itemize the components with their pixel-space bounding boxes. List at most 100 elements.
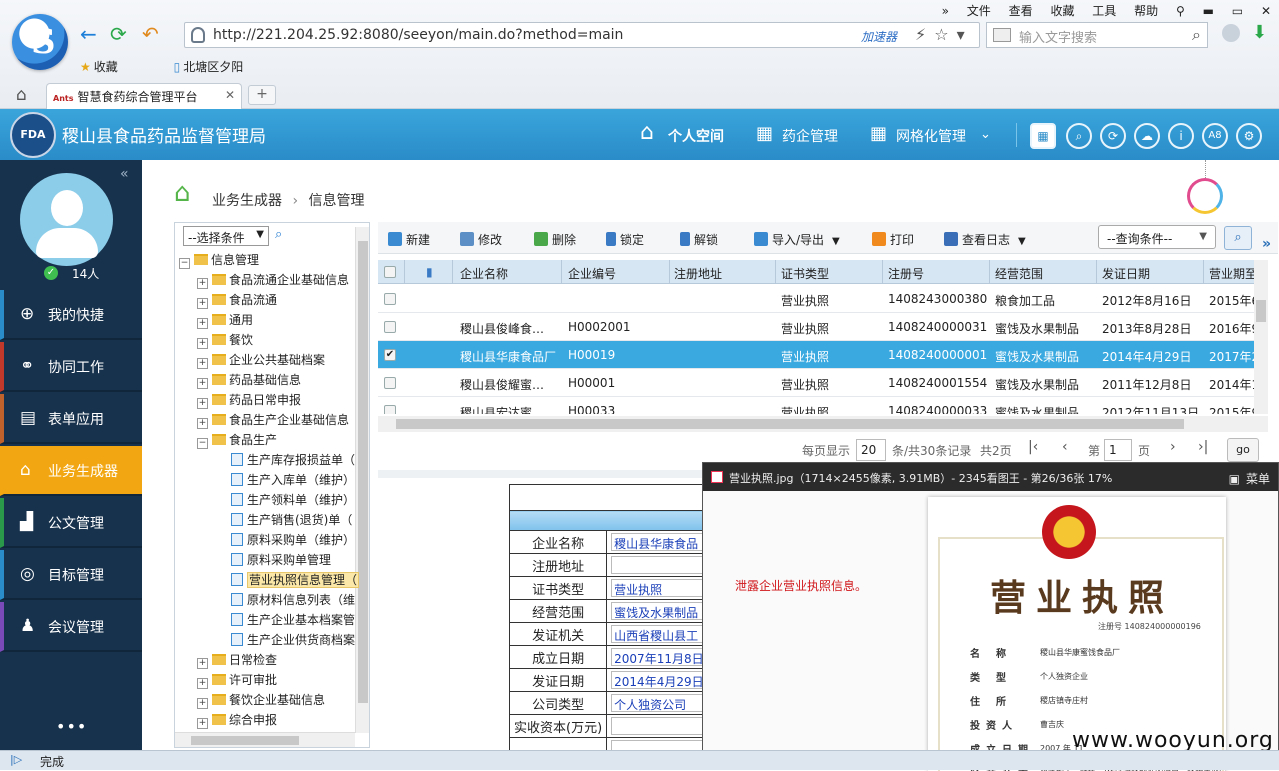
collapse-icon[interactable]: « — [120, 166, 129, 182]
tree-folder[interactable]: + 综合申报 — [197, 711, 277, 731]
accelerator-label[interactable]: 加速器 — [861, 28, 897, 45]
menu-file[interactable]: 文件 — [967, 4, 991, 18]
tree-leaf[interactable]: 生产领料单（维护） — [231, 491, 355, 511]
tree-leaf[interactable]: 生产企业基本档案管 — [231, 611, 355, 631]
tree-folder[interactable]: + 日常检查 — [197, 651, 277, 671]
avatar[interactable] — [20, 173, 113, 266]
col-reg-no[interactable]: 注册号 — [888, 265, 924, 282]
tab-close-icon[interactable]: ✕ — [225, 88, 235, 102]
expand-icon[interactable]: » — [1262, 236, 1271, 252]
sidebar-item-collaboration[interactable]: ⚭ 协同工作 — [0, 342, 142, 392]
tree-folder[interactable]: + 企业公共基础档案 — [197, 351, 325, 371]
table-row[interactable]: 营业执照 140824300038022 粮食加工品 2012年8月16日 2015年6… — [378, 285, 1254, 313]
sidebar-item-forms[interactable]: ▤ 表单应用 — [0, 394, 142, 444]
query-search-icon[interactable]: ⌕ — [1224, 226, 1252, 250]
go-button[interactable]: go — [1227, 438, 1259, 462]
view-log-button[interactable]: 查看日志 ▼ — [944, 231, 1026, 248]
expand-icon[interactable]: + — [197, 358, 208, 369]
prev-page-icon[interactable]: ‹ — [1062, 439, 1068, 455]
tree-leaf[interactable]: 原料采购单（维护） — [231, 531, 355, 551]
form-value[interactable]: 营业执照 — [606, 576, 712, 600]
grid-vscroll[interactable] — [1254, 260, 1268, 414]
settings-icon[interactable]: ⚙ — [1236, 123, 1262, 149]
tree-vscroll[interactable] — [355, 227, 369, 733]
menu-chevron-icon[interactable]: » — [942, 4, 949, 18]
refresh-icon[interactable]: ⟳ — [110, 22, 127, 46]
edit-button[interactable]: 修改 — [460, 231, 502, 248]
table-row[interactable]: 稷山县宏达蜜… H00033 营业执照 140824000003381 蜜饯及水果制品 2… — [378, 397, 1254, 414]
browser-search[interactable]: 输入文字搜索 ⌕ — [986, 22, 1208, 48]
chevron-down-icon[interactable]: ⌄ — [980, 127, 991, 142]
font-size-icon[interactable]: A8 — [1202, 123, 1228, 149]
nav-personal-space[interactable]: 个人空间 — [668, 126, 724, 146]
tree-hscroll[interactable] — [175, 732, 355, 747]
tree-folder[interactable]: − 食品生产 — [197, 431, 277, 451]
bookmark-favorites[interactable]: ★ 收藏 — [80, 60, 144, 74]
form-value[interactable]: 2014年4月29日 — [606, 668, 712, 692]
lock-button[interactable]: 锁定 — [606, 231, 644, 248]
expand-icon[interactable]: + — [197, 378, 208, 389]
bookmark-item[interactable]: ▯ 北塘区夕阳 — [174, 60, 270, 74]
expand-icon[interactable]: + — [197, 278, 208, 289]
expand-icon[interactable]: + — [197, 418, 208, 429]
table-row[interactable]: 稷山县俊耀蜜… H00001 营业执照 140824000155474 蜜饯及水果制品 2… — [378, 369, 1254, 397]
tree-folder[interactable]: + 药品日常申报 — [197, 391, 301, 411]
tree-folder[interactable]: + 食品流通企业基础信息 — [197, 271, 349, 291]
home-icon[interactable]: ⌂ — [16, 85, 27, 105]
col-reg-address[interactable]: 注册地址 — [674, 265, 722, 282]
maximize-icon[interactable]: ▭ — [1232, 4, 1243, 18]
nav-grid-management[interactable]: 网格化管理 — [896, 126, 966, 146]
sidebar-item-meetings[interactable]: ♟ 会议管理 — [0, 602, 142, 652]
tree-leaf[interactable]: 生产企业供货商档案 — [231, 631, 355, 651]
play-icon[interactable]: |▷ — [10, 753, 22, 766]
row-checkbox[interactable] — [384, 377, 396, 389]
form-value[interactable]: 个人独资公司 — [606, 691, 712, 715]
new-button[interactable]: 新建 — [388, 231, 430, 248]
grid-hscroll[interactable] — [378, 416, 1268, 432]
apps-icon[interactable]: ▦ — [1030, 123, 1056, 149]
table-row[interactable]: 稷山县俊峰食… H0002001 营业执照 140824000003164 蜜饯及水果制… — [378, 313, 1254, 341]
collapse-icon[interactable]: − — [179, 258, 190, 269]
tree-filter-select[interactable]: --选择条件 — [183, 226, 269, 246]
tree-folder[interactable]: + 通用 — [197, 311, 253, 331]
select-all-checkbox[interactable] — [384, 266, 396, 278]
cloud-icon[interactable]: ☁ — [1134, 123, 1160, 149]
download-icon[interactable]: ⬇ — [1252, 22, 1267, 43]
form-value[interactable]: 2007年11月8日 — [606, 645, 712, 669]
next-page-icon[interactable]: › — [1170, 439, 1176, 455]
tree-leaf[interactable]: 生产库存报损益单（ — [231, 451, 355, 471]
col-company-code[interactable]: 企业编号 — [568, 265, 616, 282]
info-icon[interactable]: i — [1168, 123, 1194, 149]
home-icon[interactable]: ⌂ — [640, 120, 654, 145]
minimize-icon[interactable]: ▬ — [1203, 4, 1214, 18]
tree-folder[interactable]: − 信息管理 — [179, 251, 259, 271]
sidebar-item-goals[interactable]: ◎ 目标管理 — [0, 550, 142, 600]
close-icon[interactable]: ✕ — [1261, 4, 1271, 18]
building-icon[interactable]: ▦ — [756, 123, 773, 144]
search-placeholder[interactable]: 输入文字搜索 — [1019, 27, 1097, 46]
col-company-name[interactable]: 企业名称 — [460, 265, 508, 282]
expand-icon[interactable]: + — [197, 318, 208, 329]
expand-icon[interactable]: + — [197, 678, 208, 689]
tree-leaf[interactable]: 营业执照信息管理（ — [231, 571, 360, 591]
collapse-icon[interactable]: − — [197, 438, 208, 449]
first-page-icon[interactable]: |‹ — [1028, 439, 1038, 455]
tree-folder[interactable]: + 餐饮 — [197, 331, 253, 351]
row-checkbox[interactable]: ✔ — [384, 349, 396, 361]
tree-folder[interactable]: + 餐饮企业基础信息 — [197, 691, 325, 711]
new-tab-button[interactable]: + — [248, 85, 276, 105]
search-icon[interactable]: ⌕ — [1192, 25, 1201, 45]
form-value[interactable]: 山西省稷山县工 — [606, 622, 712, 646]
expand-icon[interactable]: + — [197, 718, 208, 729]
col-valid-until[interactable]: 营业期至 — [1209, 265, 1254, 282]
sidebar-item-shortcuts[interactable]: ⊕ 我的快捷 — [0, 290, 142, 340]
menu-favorites[interactable]: 收藏 — [1050, 4, 1074, 18]
search-icon[interactable]: ⌕ — [1066, 123, 1092, 149]
nav-pharma-enterprise[interactable]: 药企管理 — [782, 126, 838, 146]
last-page-icon[interactable]: ›| — [1198, 439, 1208, 455]
col-scope[interactable]: 经营范围 — [995, 265, 1043, 282]
print-button[interactable]: 打印 — [872, 231, 914, 248]
form-value[interactable]: 蜜饯及水果制品 — [606, 599, 712, 623]
url-text[interactable]: http://221.204.25.92:8080/seeyon/main.do… — [213, 27, 623, 43]
tree-leaf[interactable]: 生产销售(退货)单（ — [231, 511, 352, 531]
